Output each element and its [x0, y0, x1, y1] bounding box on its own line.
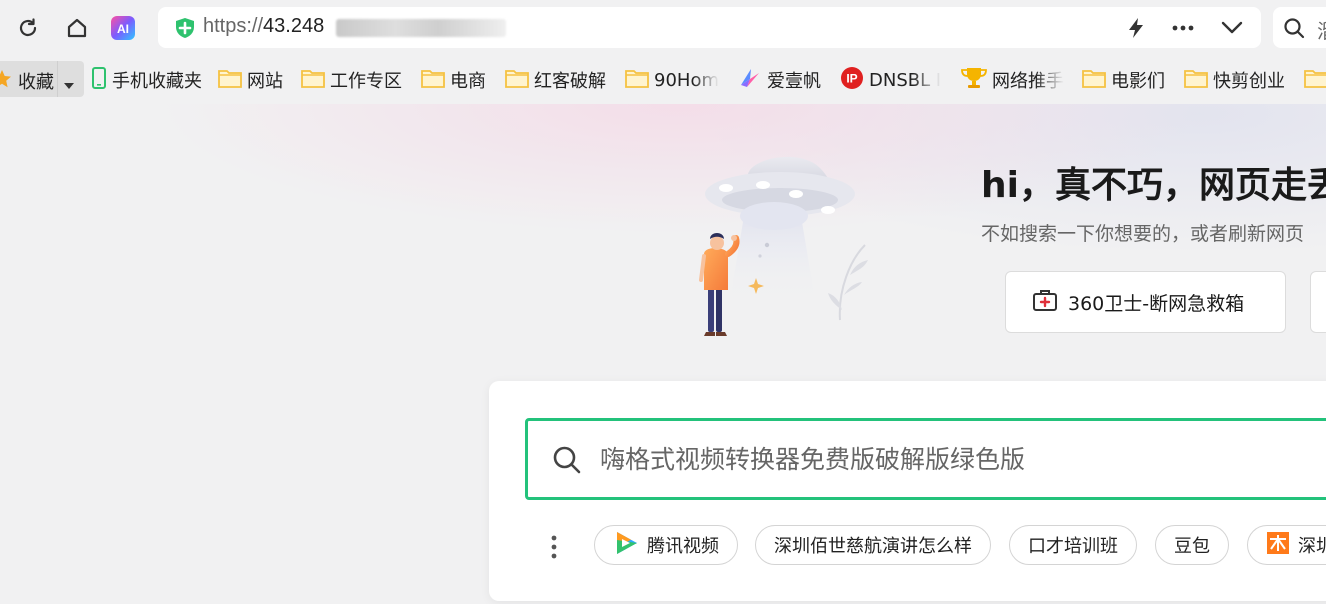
search-icon [1283, 17, 1305, 43]
toolbar-search-text: 溜 [1317, 15, 1326, 44]
suggestion-label: 口才培训班 [1028, 536, 1118, 557]
bookmark-item[interactable]: 爱壹帆 [738, 66, 821, 94]
bookmark-label: 网络推手 [992, 71, 1064, 92]
blurred-url-segment [336, 19, 506, 37]
bookmarks-bar: 收藏 手机收藏夹 网站 工作专区 电商 红客破解 90Hom 爱壹帆 IP DN… [0, 56, 1326, 104]
orange-logo-icon [1266, 531, 1290, 560]
suggestion-label: 深圳佰世慈航演讲怎么样 [774, 536, 972, 557]
url-text: https://43.248 [203, 15, 325, 37]
bookmark-label: 电影们 [1111, 71, 1165, 92]
rescue-kit-label: 360卫士-断网急救箱 [1068, 292, 1245, 315]
secure-shield-icon [174, 17, 196, 43]
suggestion-label: 豆包 [1174, 536, 1210, 557]
more-options-icon[interactable] [1171, 16, 1195, 40]
chevron-down-icon[interactable] [1220, 16, 1244, 40]
svg-text:IP: IP [846, 71, 857, 85]
bookmark-folder[interactable]: 电商 [421, 66, 486, 94]
folder-icon [301, 68, 325, 93]
folder-icon [625, 68, 649, 93]
folder-icon [218, 68, 242, 93]
bookmark-item[interactable]: 网络推手 [961, 66, 1065, 94]
browser-toolbar: AI https://43.248 溜 [0, 0, 1326, 56]
bookmark-label: 网站 [247, 71, 283, 92]
suggestion-label: 深圳 [1298, 536, 1326, 557]
search-input[interactable] [598, 437, 1298, 481]
toolbar-search[interactable]: 溜 [1273, 7, 1326, 48]
bookmark-label: 红客破解 [534, 71, 606, 92]
bookmark-folder[interactable]: 90Hom [625, 66, 720, 94]
tencent-video-icon [613, 530, 639, 561]
address-bar[interactable]: https://43.248 [158, 7, 1261, 48]
caret-down-icon[interactable] [64, 75, 74, 94]
error-subtitle: 不如搜索一下你想要的，或者刷新网页 [981, 223, 1305, 245]
folder-icon [1304, 68, 1326, 93]
suggestion-label: 腾讯视频 [647, 536, 719, 557]
bookmark-folder-partial[interactable] [1304, 66, 1326, 94]
favorites-button[interactable]: 收藏 [0, 61, 84, 97]
error-title: hi，真不巧，网页走丢 [981, 165, 1326, 206]
ai-assistant-icon[interactable]: AI [105, 10, 141, 46]
more-suggestions-icon[interactable] [548, 534, 560, 560]
search-card: 腾讯视频 深圳佰世慈航演讲怎么样 口才培训班 豆包 深圳 [489, 381, 1326, 601]
bookmark-folder[interactable]: 快剪创业 [1184, 66, 1285, 94]
lightning-icon[interactable] [1124, 16, 1148, 40]
phone-icon [91, 66, 107, 94]
folder-icon [421, 68, 445, 93]
bookmark-label: 快剪创业 [1213, 71, 1285, 92]
bookmark-folder[interactable]: 工作专区 [301, 66, 402, 94]
bookmark-folder[interactable]: 网站 [218, 66, 283, 94]
bookmark-label: 工作专区 [330, 71, 402, 92]
secondary-action-button[interactable] [1310, 271, 1326, 333]
rescue-kit-button[interactable]: 360卫士-断网急救箱 [1005, 271, 1286, 333]
home-icon[interactable] [59, 10, 95, 46]
first-aid-kit-icon [1032, 288, 1058, 317]
bookmark-folder[interactable]: 电影们 [1082, 66, 1165, 94]
star-icon [0, 69, 12, 93]
bookmark-item[interactable]: 手机收藏夹 [91, 66, 202, 94]
reload-icon[interactable] [10, 10, 46, 46]
ip-icon: IP [840, 66, 864, 94]
bookmark-label: 90Hom [654, 69, 719, 91]
bookmark-label: 手机收藏夹 [112, 71, 202, 92]
svg-text:AI: AI [117, 22, 129, 36]
suggestion-chip[interactable]: 豆包 [1155, 525, 1229, 565]
bookmark-label: 电商 [450, 71, 486, 92]
divider [57, 61, 58, 97]
bookmark-label: 爱壹帆 [767, 71, 821, 92]
folder-icon [1082, 68, 1106, 93]
folder-icon [1184, 68, 1208, 93]
suggestion-chip[interactable]: 口才培训班 [1009, 525, 1137, 565]
bookmark-folder[interactable]: 红客破解 [505, 66, 606, 94]
trophy-icon [961, 66, 987, 94]
folder-icon [505, 68, 529, 93]
bookmark-label: DNSBL I [869, 69, 942, 91]
search-box [525, 418, 1326, 500]
ufo-illustration [699, 156, 868, 336]
aiyifan-icon [738, 67, 762, 94]
favorites-label: 收藏 [18, 72, 54, 93]
suggestion-chip[interactable]: 深圳佰世慈航演讲怎么样 [755, 525, 991, 565]
search-icon [552, 445, 582, 479]
suggestion-chip[interactable]: 腾讯视频 [594, 525, 738, 565]
suggestion-chip[interactable]: 深圳 [1247, 525, 1326, 565]
bookmark-item[interactable]: IP DNSBL I [840, 66, 943, 94]
